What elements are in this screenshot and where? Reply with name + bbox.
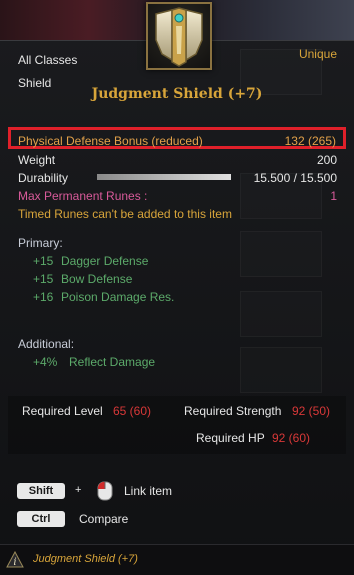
footer-bar: i Judgment Shield (+7)	[0, 544, 354, 575]
item-class: All Classes	[18, 53, 78, 67]
durability-value: 15.500 / 15.500	[253, 171, 337, 185]
additional-stat-name: Reflect Damage	[69, 355, 156, 369]
required-hp-value: 92 (60)	[272, 431, 311, 445]
physical-defense-label: Physical Defense Bonus (reduced)	[18, 134, 203, 148]
additional-heading: Additional:	[18, 337, 75, 351]
compare-label: Compare	[79, 512, 129, 526]
svg-text:i: i	[13, 557, 16, 568]
link-item-label: Link item	[124, 484, 173, 498]
weight-value: 200	[316, 153, 337, 167]
required-strength-value: 92 (50)	[292, 404, 331, 418]
plus-sign: +	[75, 484, 82, 496]
shift-key: Shift	[17, 483, 65, 499]
shield-item-icon	[146, 2, 212, 70]
footer-item-name: Judgment Shield (+7)	[33, 553, 138, 565]
info-icon: i	[6, 551, 24, 568]
primary-amount: +16	[33, 290, 54, 304]
primary-stat-name: Dagger Defense	[61, 254, 149, 268]
max-runes-label: Max Permanent Runes :	[18, 189, 148, 203]
durability-label: Durability	[18, 171, 69, 185]
shield-icon	[155, 7, 203, 67]
item-name: Judgment Shield (+7)	[91, 86, 263, 102]
primary-stat-name: Poison Damage Res.	[61, 290, 175, 304]
max-runes-value: 1	[330, 189, 337, 203]
ctrl-key: Ctrl	[17, 511, 65, 527]
timed-runes-notice: Timed Runes can't be added to this item	[18, 207, 232, 221]
mouse-left-click-icon	[97, 481, 113, 501]
durability-bar	[97, 174, 231, 180]
primary-amount: +15	[33, 254, 54, 268]
background-slot	[240, 291, 322, 337]
additional-amount: +4%	[33, 355, 58, 369]
required-level-value: 65 (60)	[113, 404, 152, 418]
required-strength-label: Required Strength	[184, 404, 282, 418]
background-slot	[240, 231, 322, 277]
required-hp-label: Required HP	[196, 431, 265, 445]
durability-bar-fill	[97, 174, 231, 180]
primary-stat-name: Bow Defense	[61, 272, 133, 286]
required-level-label: Required Level	[22, 404, 103, 418]
item-rarity: Unique	[298, 47, 337, 61]
primary-amount: +15	[33, 272, 54, 286]
background-slot	[240, 347, 322, 393]
physical-defense-value: 132 (265)	[284, 134, 336, 148]
weight-label: Weight	[18, 153, 56, 167]
primary-heading: Primary:	[18, 236, 63, 250]
